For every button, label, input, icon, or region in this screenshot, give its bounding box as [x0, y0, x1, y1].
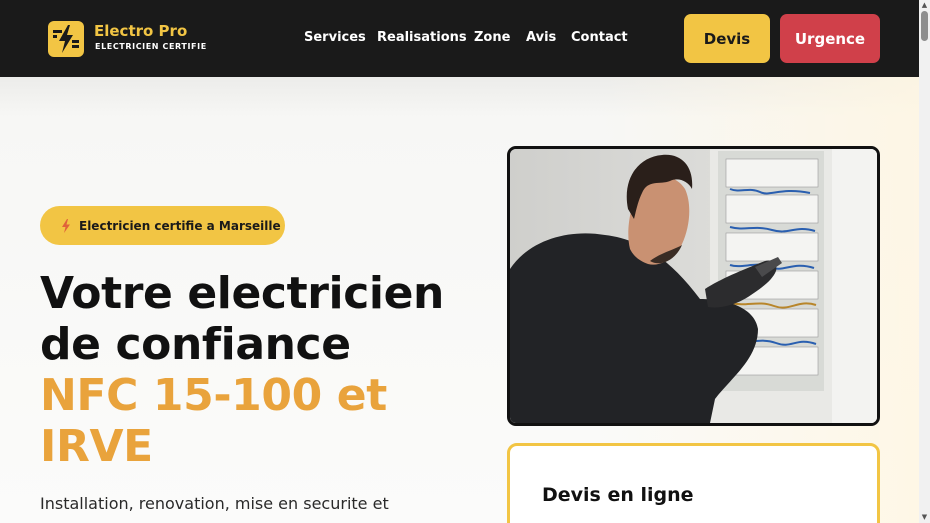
scroll-down-icon[interactable]: ▼	[921, 513, 928, 521]
brand-name[interactable]: Electro Pro	[94, 22, 187, 40]
hero-title-accent-2: IRVE	[40, 421, 153, 472]
scrollbar-thumb[interactable]	[921, 11, 928, 41]
scroll-up-icon[interactable]: ▲	[921, 1, 928, 9]
quote-card: Devis en ligne	[507, 443, 880, 523]
urgence-button[interactable]: Urgence	[780, 14, 880, 63]
hero-title-line-1: Votre electricien	[40, 268, 444, 319]
hero-subtitle: Installation, renovation, mise en securi…	[40, 494, 389, 513]
brand-tagline: ELECTRICIEN CERTIFIE	[95, 42, 207, 51]
electrician-photo	[507, 146, 880, 426]
nav-link-avis[interactable]: Avis	[526, 30, 556, 45]
quote-card-title: Devis en ligne	[542, 484, 694, 506]
lightning-icon	[62, 218, 70, 233]
hero-title-accent-1: NFC 15-100 et	[40, 370, 387, 421]
top-navigation-bar: Electro Pro ELECTRICIEN CERTIFIE Service…	[0, 0, 919, 77]
certification-badge: Electricien certifie a Marseille	[40, 206, 285, 245]
vertical-scrollbar[interactable]: ▲ ▼	[919, 0, 930, 523]
nav-link-zone[interactable]: Zone	[474, 30, 510, 45]
devis-button[interactable]: Devis	[684, 14, 770, 63]
lightning-bolt-icon[interactable]	[48, 21, 84, 57]
hero-title-line-2: de confiance	[40, 319, 351, 370]
nav-link-realisations[interactable]: Realisations	[377, 30, 467, 45]
badge-label: Electricien certifie a Marseille	[79, 218, 281, 233]
nav-link-contact[interactable]: Contact	[571, 30, 628, 45]
nav-link-services[interactable]: Services	[304, 30, 366, 45]
